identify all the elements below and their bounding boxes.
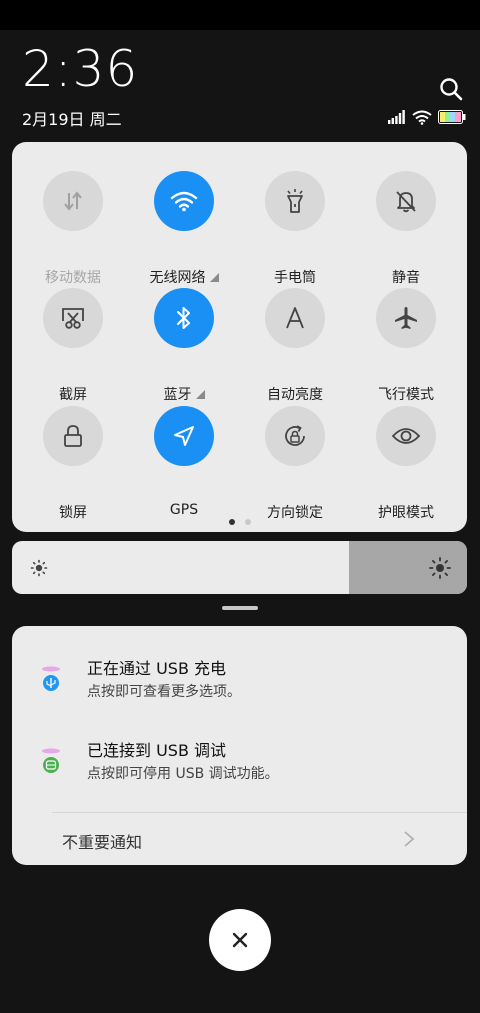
tile-mute-label: 静音	[392, 270, 420, 286]
page-dot-1[interactable]	[228, 519, 235, 525]
tile-mobile-data-label: 移动数据	[45, 270, 101, 286]
tile-mobile-data-button[interactable]	[43, 171, 103, 231]
notification-usb-debugging[interactable]: 已连接到 USB 调试 点按即可停用 USB 调试功能。	[12, 737, 467, 807]
close-icon	[232, 932, 248, 948]
tile-eye-care[interactable]: 护眼模式	[350, 406, 462, 521]
wifi-status-icon	[412, 110, 432, 125]
chevron-right-icon[interactable]	[403, 830, 415, 848]
notification-title: 正在通过 USB 充电	[87, 659, 227, 678]
status-bar-top	[0, 0, 480, 30]
page-dot-2[interactable]	[244, 519, 251, 525]
notification-shade: 2:36 2月19日 周二 移动数据 无线网络 手电筒 静音 截屏 蓝牙 自动亮…	[0, 0, 480, 1013]
date[interactable]: 2月19日 周二	[22, 106, 122, 130]
bluetooth-icon	[177, 307, 190, 329]
tile-screenshot[interactable]: 截屏	[17, 288, 129, 403]
rotation-lock-icon	[285, 425, 305, 446]
wifi-icon	[170, 191, 198, 212]
page-indicator	[12, 519, 467, 525]
tile-airplane-button[interactable]	[376, 288, 436, 348]
tile-airplane[interactable]: 飞行模式	[350, 288, 462, 403]
tile-wifi[interactable]: 无线网络	[128, 171, 240, 286]
tile-gps-label: GPS	[169, 502, 199, 518]
tile-bluetooth-button[interactable]	[154, 288, 214, 348]
tile-wifi-label-text: 无线网络	[149, 270, 206, 286]
clock[interactable]: 2:36	[22, 44, 138, 94]
tile-mute[interactable]: 静音	[350, 171, 462, 286]
tile-flashlight-label: 手电筒	[274, 270, 316, 286]
notification-usb-charging[interactable]: 正在通过 USB 充电 点按即可查看更多选项。	[12, 655, 467, 725]
signal-icon	[388, 110, 405, 124]
android-debug-icon	[42, 748, 60, 773]
tile-screenshot-label: 截屏	[59, 387, 87, 403]
status-icons	[388, 109, 466, 125]
tile-rotation-lock[interactable]: 方向锁定	[239, 406, 351, 521]
notification-text: 点按即可停用 USB 调试功能。	[87, 766, 279, 782]
tile-bluetooth[interactable]: 蓝牙	[128, 288, 240, 403]
tile-auto-brightness[interactable]: 自动亮度	[239, 288, 351, 403]
battery-icon	[438, 110, 466, 124]
tile-wifi-label: 无线网络	[128, 267, 240, 287]
tile-lock-screen[interactable]: 锁屏	[17, 406, 129, 521]
screenshot-scissors-icon	[62, 308, 84, 329]
tile-bluetooth-label: 蓝牙	[128, 384, 240, 404]
tile-auto-brightness-label: 自动亮度	[267, 387, 323, 403]
usb-icon	[42, 666, 60, 691]
more-options-indicator	[195, 390, 205, 399]
tile-auto-brightness-button[interactable]	[265, 288, 325, 348]
mute-bell-icon	[396, 191, 416, 213]
tile-mute-button[interactable]	[376, 171, 436, 231]
eye-icon	[391, 428, 421, 444]
drag-handle[interactable]	[222, 606, 258, 610]
location-arrow-icon	[174, 426, 194, 446]
tile-rotation-lock-button[interactable]	[265, 406, 325, 466]
more-options-indicator	[209, 273, 219, 282]
tile-flashlight-button[interactable]	[265, 171, 325, 231]
airplane-icon	[395, 307, 417, 329]
notification-text: 点按即可查看更多选项。	[87, 684, 241, 700]
quick-settings-panel: 移动数据 无线网络 手电筒 静音 截屏 蓝牙 自动亮度 飞行模式 锁屏 GPS …	[12, 142, 467, 532]
divider	[52, 812, 467, 813]
tile-bluetooth-label-text: 蓝牙	[163, 387, 192, 403]
tile-screenshot-button[interactable]	[43, 288, 103, 348]
brightness-high-icon	[429, 557, 451, 579]
brightness-slider[interactable]	[12, 541, 467, 594]
search-icon[interactable]	[438, 76, 464, 102]
unimportant-notifications-label[interactable]: 不重要通知	[62, 829, 142, 853]
tile-wifi-button[interactable]	[154, 171, 214, 231]
flashlight-icon	[287, 189, 303, 213]
tile-mobile-data[interactable]: 移动数据	[17, 171, 129, 286]
notification-title: 已连接到 USB 调试	[87, 741, 227, 760]
tile-eye-care-button[interactable]	[376, 406, 436, 466]
notification-panel: 正在通过 USB 充电 点按即可查看更多选项。 已连接到 USB 调试 点按即可…	[12, 626, 467, 865]
tile-gps[interactable]: GPS	[128, 406, 240, 518]
tile-lock-screen-button[interactable]	[43, 406, 103, 466]
mobile-data-icon	[64, 191, 82, 211]
tile-gps-button[interactable]	[154, 406, 214, 466]
clear-all-button[interactable]	[209, 909, 271, 971]
tile-flashlight[interactable]: 手电筒	[239, 171, 351, 286]
auto-brightness-icon	[286, 307, 304, 329]
brightness-low-icon	[30, 559, 48, 577]
tile-airplane-label: 飞行模式	[378, 387, 434, 403]
lock-icon	[64, 425, 82, 447]
